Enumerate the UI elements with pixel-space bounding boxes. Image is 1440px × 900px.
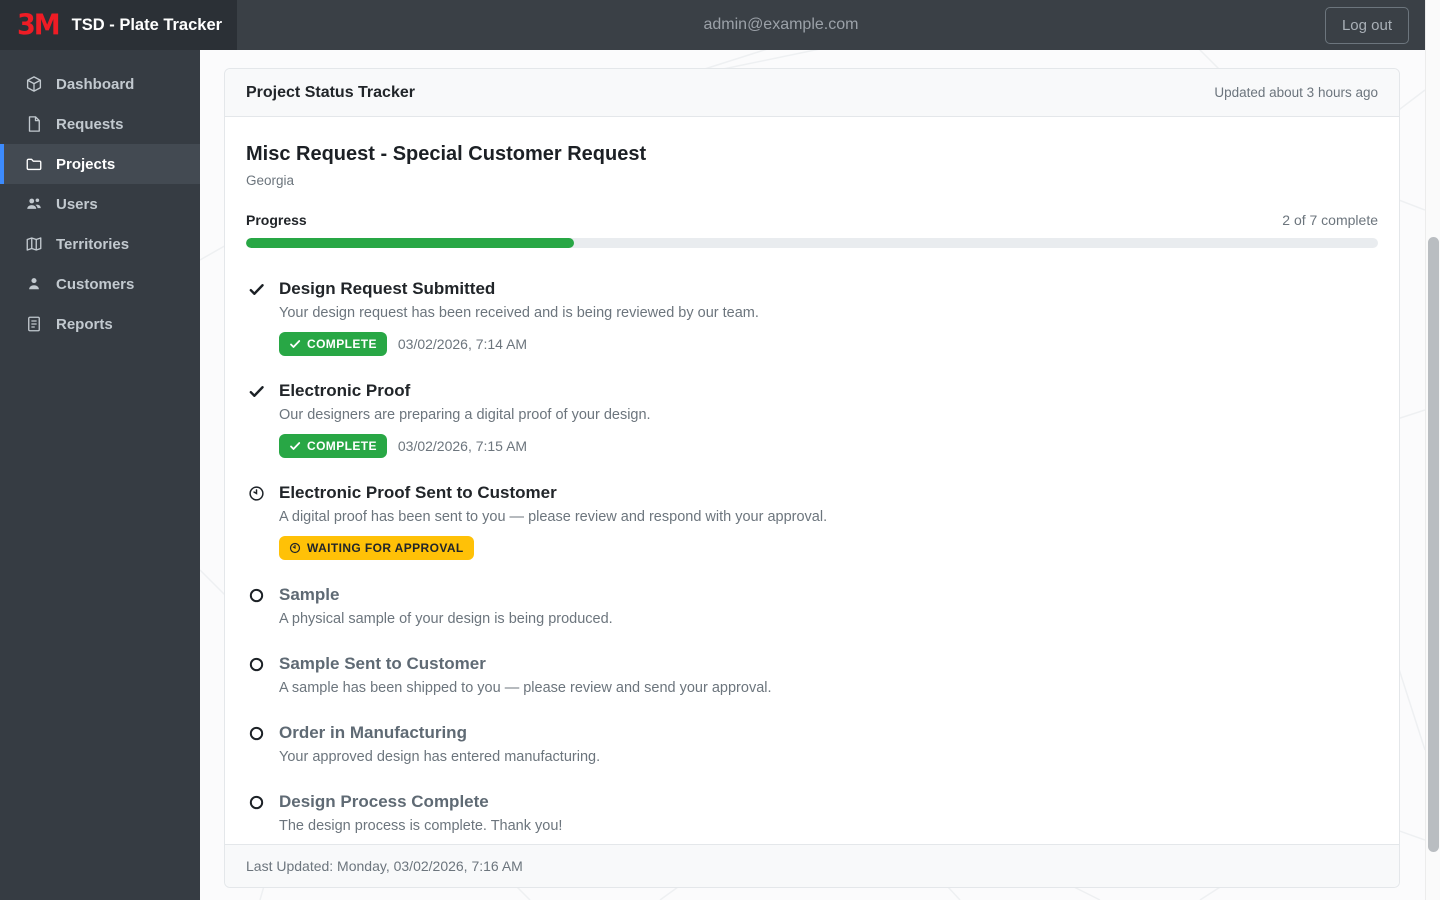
- check-icon: [246, 278, 266, 300]
- step-body: Design Process Complete The design proces…: [279, 791, 562, 836]
- progress-bar-fill: [246, 238, 575, 248]
- card-body: Misc Request - Special Customer Request …: [225, 117, 1399, 844]
- card-footer: Last Updated: Monday, 03/02/2026, 7:16 A…: [225, 844, 1399, 887]
- sidebar: Dashboard Requests Projects Users Territorie…: [0, 50, 200, 900]
- status-step: Electronic Proof Sent to Customer A digit…: [246, 482, 1378, 560]
- status-steps-list: Design Request Submitted Your design requ…: [246, 278, 1378, 836]
- status-badge-label: COMPLETE: [307, 337, 377, 351]
- app-title: TSD - Plate Tracker: [71, 15, 223, 34]
- file-icon: [24, 115, 43, 134]
- step-body: Design Request Submitted Your design requ…: [279, 278, 759, 356]
- 3m-logo: 3M: [17, 8, 61, 42]
- circle-icon: [246, 791, 266, 813]
- page-scrollbar[interactable]: [1425, 0, 1440, 900]
- step-title: Sample: [279, 585, 340, 604]
- step-body: Electronic Proof Sent to Customer A digit…: [279, 482, 827, 560]
- sidebar-item-label: Customers: [56, 275, 135, 293]
- check-icon: [246, 380, 266, 402]
- scrollbar-thumb[interactable]: [1428, 237, 1439, 852]
- status-step: Design Request Submitted Your design requ…: [246, 278, 1378, 356]
- circle-icon: [246, 653, 266, 675]
- sidebar-item-projects[interactable]: Projects: [0, 144, 200, 184]
- clock-icon: [246, 482, 266, 504]
- folder-icon: [24, 155, 43, 174]
- step-description: Our designers are preparing a digital pr…: [279, 407, 651, 423]
- status-step: Sample A physical sample of your design i…: [246, 584, 1378, 629]
- progress-header: Progress 2 of 7 complete: [246, 212, 1378, 228]
- brand: 3M TSD - Plate Tracker: [0, 0, 237, 50]
- step-meta: COMPLETE 03/02/2026, 7:14 AM: [279, 332, 759, 356]
- step-timestamp: 03/02/2026, 7:15 AM: [397, 438, 528, 454]
- status-badge: COMPLETE: [279, 332, 387, 356]
- sidebar-item-label: Territories: [56, 235, 130, 253]
- step-description: A physical sample of your design is bein…: [279, 611, 613, 627]
- map-icon: [24, 235, 43, 254]
- sidebar-item-label: Dashboard: [56, 75, 135, 93]
- step-meta: COMPLETE 03/02/2026, 7:15 AM: [279, 434, 651, 458]
- user-email: admin@example.com: [703, 16, 859, 33]
- step-title: Order in Manufacturing: [279, 723, 467, 742]
- step-title: Design Request Submitted: [279, 279, 496, 298]
- step-description: A digital proof has been sent to you — p…: [279, 509, 828, 525]
- badge-check-icon: [289, 338, 301, 350]
- sidebar-item-dashboard[interactable]: Dashboard: [0, 64, 200, 104]
- status-badge-label: COMPLETE: [307, 439, 377, 453]
- step-description: The design process is complete. Thank yo…: [279, 818, 563, 834]
- cube-icon: [24, 75, 43, 94]
- person-icon: [24, 275, 43, 294]
- step-timestamp: 03/02/2026, 7:14 AM: [397, 336, 528, 352]
- progress-summary: 2 of 7 complete: [1282, 212, 1378, 228]
- card-title: Project Status Tracker: [246, 83, 415, 101]
- sidebar-item-label: Requests: [56, 115, 124, 133]
- step-body: Order in Manufacturing Your approved desi…: [279, 722, 600, 767]
- report-icon: [24, 315, 43, 334]
- topbar: 3M TSD - Plate Tracker admin@example.com…: [0, 0, 1440, 50]
- status-step: Sample Sent to Customer A sample has been…: [246, 653, 1378, 698]
- badge-check-icon: [289, 440, 301, 452]
- step-body: Sample A physical sample of your design i…: [279, 584, 613, 629]
- step-body: Electronic Proof Our designers are prepar…: [279, 380, 651, 458]
- project-status-card: Project Status Tracker Updated about 3 h…: [224, 68, 1400, 888]
- project-territory: Georgia: [246, 173, 295, 188]
- status-badge: WAITING FOR APPROVAL: [279, 536, 474, 560]
- step-body: Sample Sent to Customer A sample has been…: [279, 653, 772, 698]
- users-icon: [24, 195, 43, 214]
- step-title: Electronic Proof Sent to Customer: [279, 483, 557, 502]
- sidebar-item-customers[interactable]: Customers: [0, 264, 200, 304]
- badge-clock-icon: [289, 542, 301, 554]
- step-title: Sample Sent to Customer: [279, 654, 486, 673]
- progress-bar-track: [246, 238, 1378, 248]
- step-title: Design Process Complete: [279, 792, 489, 811]
- step-description: Your approved design has entered manufac…: [279, 749, 601, 765]
- sidebar-item-label: Projects: [56, 155, 116, 173]
- status-badge: COMPLETE: [279, 434, 387, 458]
- step-description: A sample has been shipped to you — pleas…: [279, 680, 772, 696]
- sidebar-item-label: Users: [56, 195, 98, 213]
- sidebar-item-requests[interactable]: Requests: [0, 104, 200, 144]
- updated-timestamp: Updated about 3 hours ago: [1214, 85, 1378, 100]
- card-header: Project Status Tracker Updated about 3 h…: [225, 69, 1399, 117]
- sidebar-item-territories[interactable]: Territories: [0, 224, 200, 264]
- sidebar-item-users[interactable]: Users: [0, 184, 200, 224]
- project-title: Misc Request - Special Customer Request: [246, 143, 647, 165]
- circle-icon: [246, 584, 266, 606]
- logout-button[interactable]: Log out: [1324, 6, 1409, 44]
- progress-label: Progress: [246, 212, 307, 228]
- sidebar-item-label: Reports: [56, 315, 113, 333]
- step-description: Your design request has been received an…: [279, 305, 759, 321]
- step-meta: WAITING FOR APPROVAL: [279, 536, 827, 560]
- status-step: Design Process Complete The design proces…: [246, 791, 1378, 836]
- status-step: Electronic Proof Our designers are prepar…: [246, 380, 1378, 458]
- main-content: Project Status Tracker Updated about 3 h…: [200, 50, 1425, 900]
- last-updated-text: Last Updated: Monday, 03/02/2026, 7:16 A…: [246, 858, 523, 874]
- step-title: Electronic Proof: [279, 381, 411, 400]
- status-step: Order in Manufacturing Your approved desi…: [246, 722, 1378, 767]
- status-badge-label: WAITING FOR APPROVAL: [307, 541, 464, 555]
- circle-icon: [246, 722, 266, 744]
- sidebar-item-reports[interactable]: Reports: [0, 304, 200, 344]
